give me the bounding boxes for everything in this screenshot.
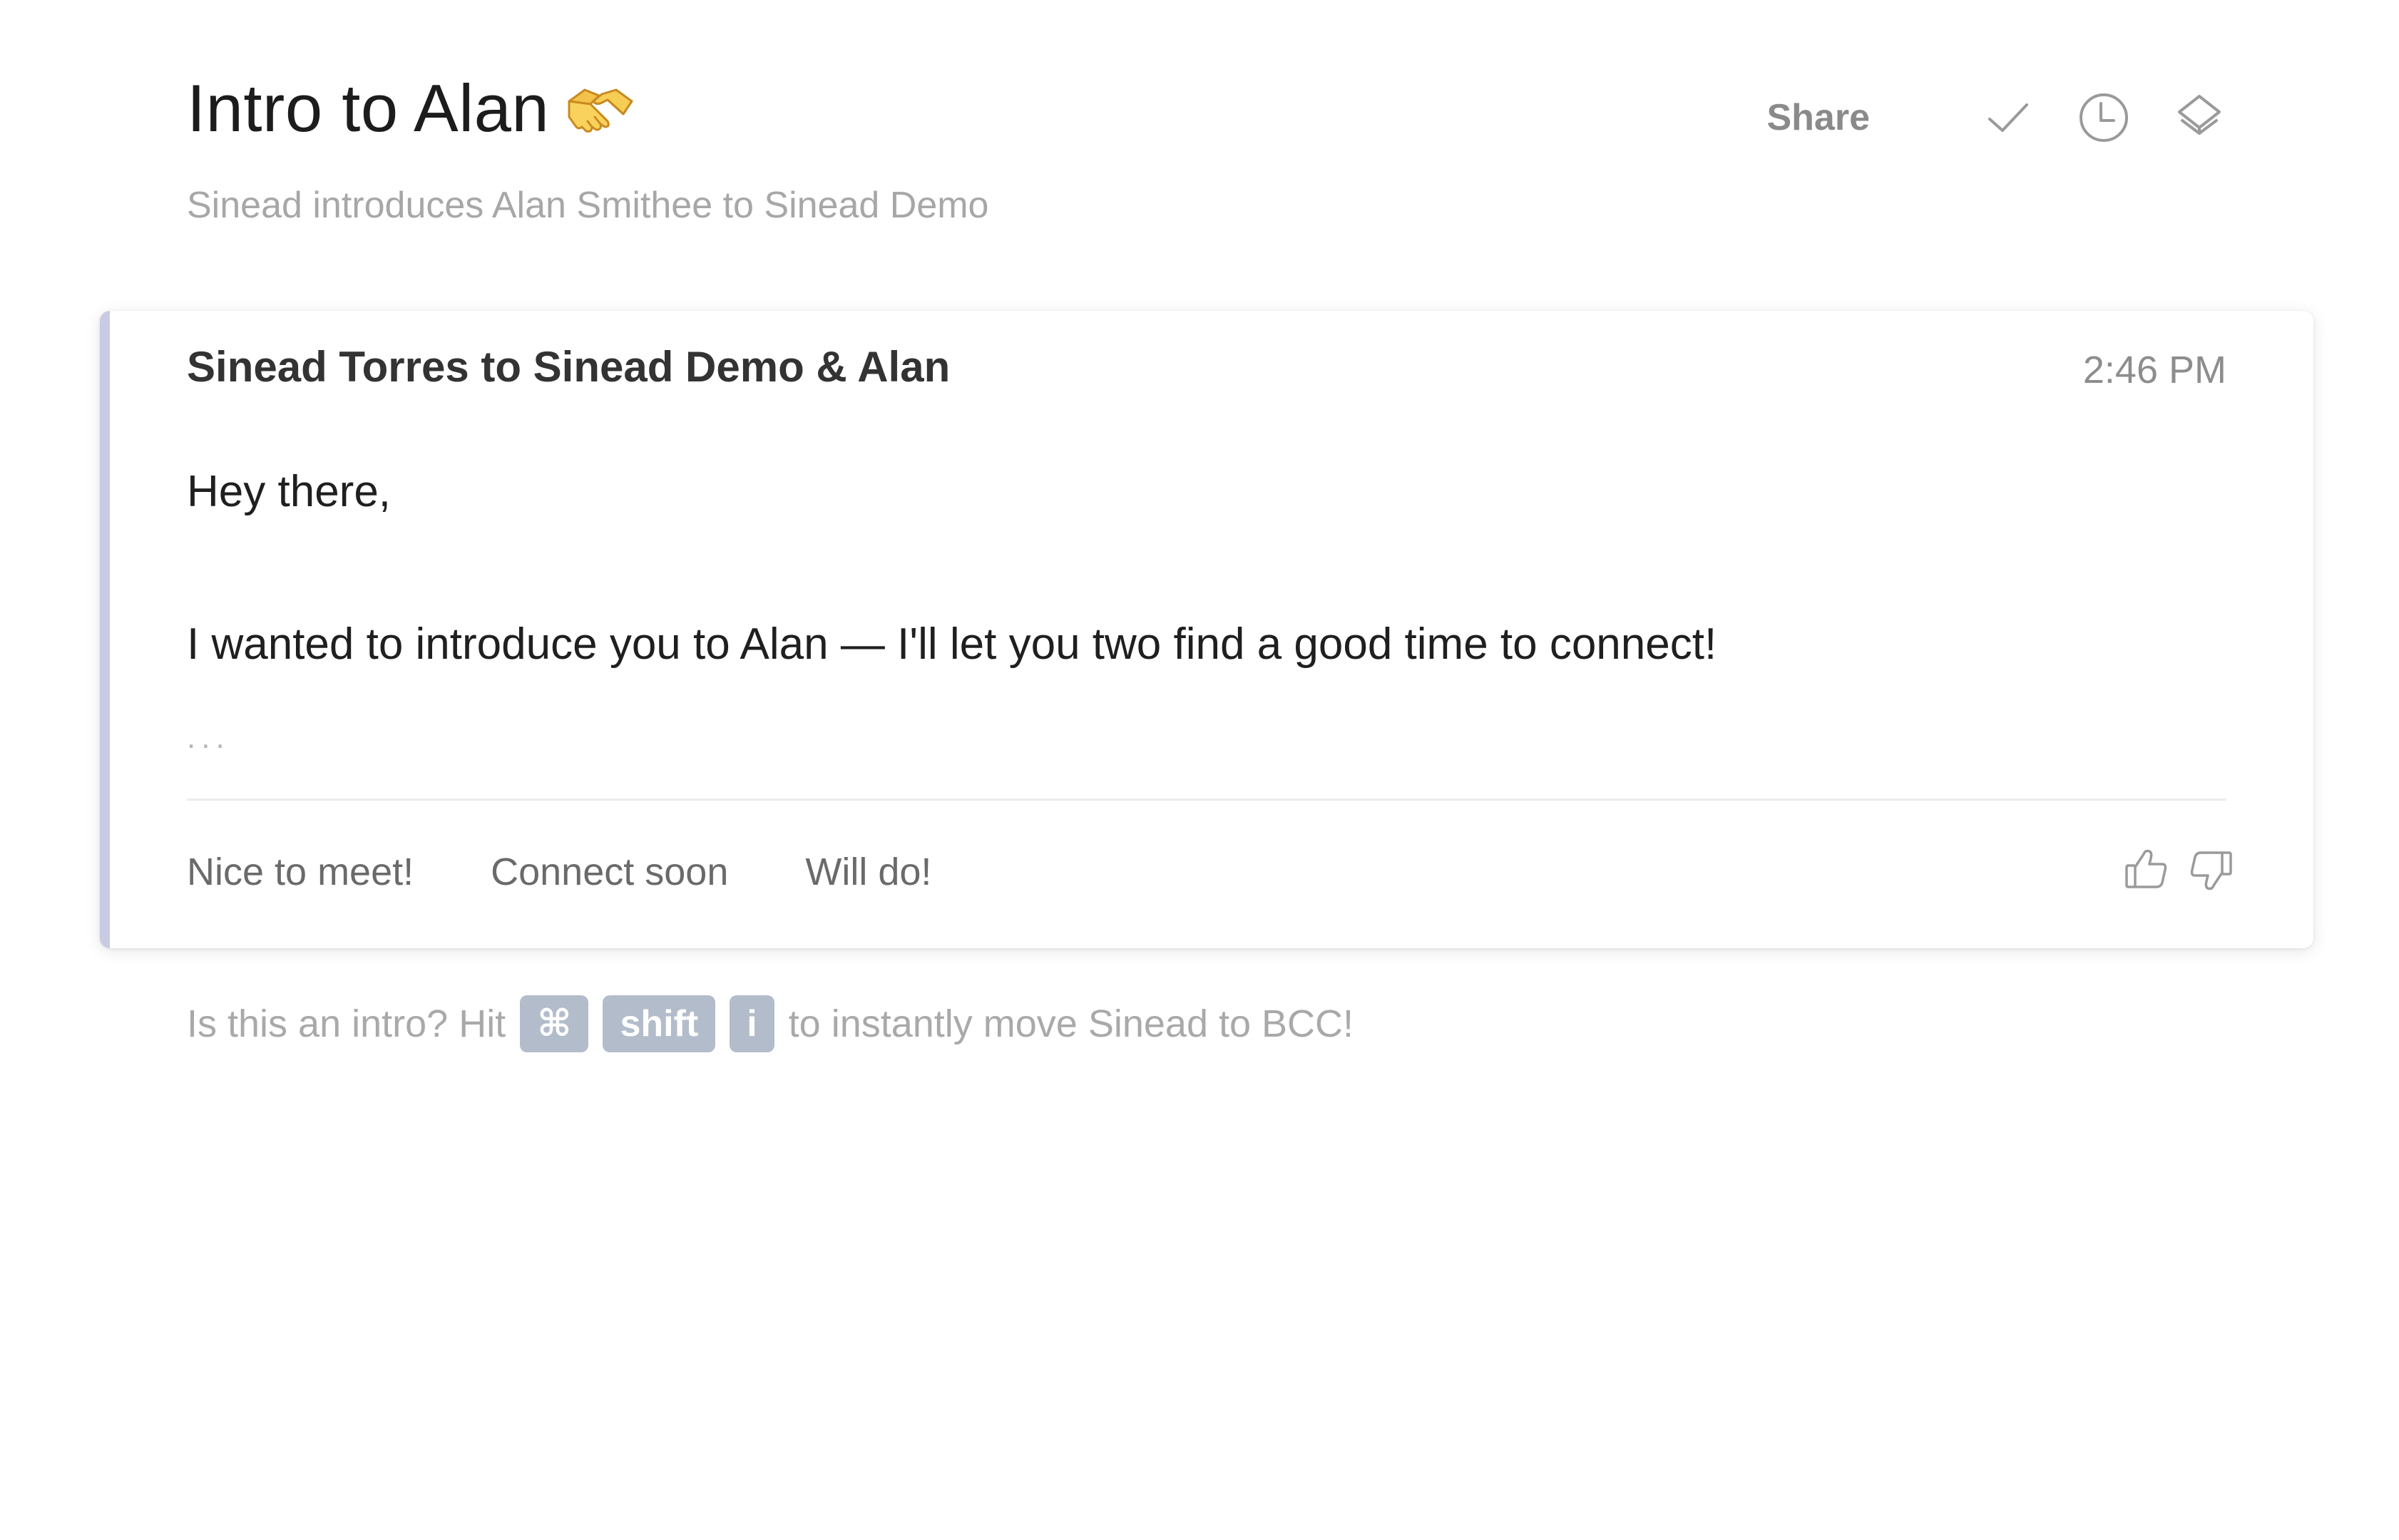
reply-feedback [2108,844,2236,895]
clock-icon[interactable] [2075,89,2132,146]
quick-reply-will-do[interactable]: Will do! [805,850,931,894]
intro-hint: Is this an intro? Hit ⌘ shift i to insta… [187,995,1354,1052]
layers-icon[interactable] [2171,89,2228,146]
key-i: i [730,995,774,1052]
card-divider [187,799,2226,801]
card-accent-bar [100,311,110,948]
hint-prefix: Is this an intro? Hit [187,1002,506,1045]
message-from-line: Sinead Torres to Sinead Demo & Alan [187,343,951,391]
message-card[interactable]: Sinead Torres to Sinead Demo & Alan 2:46… [100,311,2313,948]
show-more-ellipsis[interactable]: ... [187,720,230,756]
page-title: Intro to Alan [187,71,550,145]
message-timestamp: 2:46 PM [2082,349,2226,391]
key-shift: shift [603,995,716,1052]
thread-subtitle: Sinead introduces Alan Smithee to Sinead… [187,185,989,226]
message-body: Hey there, I wanted to introduce you to … [187,466,2226,670]
handshake-icon [565,80,636,137]
message-greeting: Hey there, [187,467,392,516]
quick-replies: Nice to meet! Connect soon Will do! [187,850,1008,894]
hint-suffix: to instantly move Sinead to BCC! [788,1002,1354,1045]
key-command: ⌘ [520,995,589,1052]
thread-toolbar: Share [1766,86,2228,150]
check-icon[interactable] [1980,89,2037,146]
share-button[interactable]: Share [1766,96,1870,139]
quick-reply-connect-soon[interactable]: Connect soon [491,850,728,894]
thumbs-up-icon[interactable] [2121,844,2172,895]
message-text: I wanted to introduce you to Alan — I'll… [187,620,1717,669]
quick-reply-nice-to-meet[interactable]: Nice to meet! [187,850,414,894]
thumbs-down-icon[interactable] [2185,844,2236,895]
